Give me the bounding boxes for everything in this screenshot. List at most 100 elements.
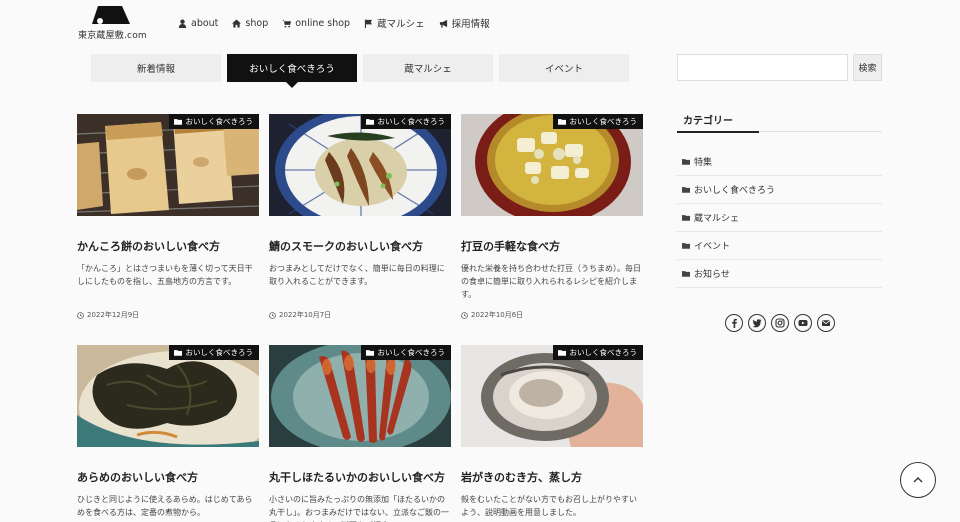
post-thumbnail[interactable]: おいしく食べきろう <box>77 114 259 216</box>
category-item-label: お知らせ <box>694 270 730 280</box>
category-item-oishiku[interactable]: おいしく食べきろう <box>677 176 882 204</box>
category-item-label: 特集 <box>694 158 713 168</box>
post-card[interactable]: おいしく食べきろう 打豆の手軽な食べ方 優れた栄養を持ち合わせた打豆（うちまめ）… <box>461 114 643 320</box>
category-text: おいしく食べきろう <box>377 117 446 126</box>
category-item-label: 蔵マルシェ <box>694 214 740 224</box>
site-logo[interactable]: 東京蔵屋敷.com <box>78 6 148 41</box>
category-item-tokushu[interactable]: 特集 <box>677 148 882 176</box>
title-underline <box>677 131 759 133</box>
clock-icon <box>461 311 468 319</box>
post-thumbnail[interactable]: おいしく食べきろう <box>461 345 643 447</box>
category-list: 特集 おいしく食べきろう 蔵マルシェ イベント お知らせ <box>677 148 882 288</box>
hotaru-ika-image <box>269 345 451 447</box>
post-excerpt: 小さいのに旨みたっぷりの無添加「ほたるいかの丸干し」。おつまみだけではない、立派… <box>269 495 449 522</box>
tab-event[interactable]: イベント <box>499 54 629 82</box>
post-card[interactable]: おいしく食べきろう あらめのおいしい食べ方 ひじきと同じように使えるあらめ。はじ… <box>77 345 259 522</box>
search-button[interactable]: 検索 <box>853 54 882 81</box>
category-item-marche[interactable]: 蔵マルシェ <box>677 204 882 232</box>
arame-seaweed-image <box>77 345 259 447</box>
instagram-icon[interactable] <box>771 314 789 332</box>
post-card[interactable]: おいしく食べきろう 岩がきのむき方、蒸し方 殻をむいたことがない方でもお召し上が… <box>461 345 643 522</box>
post-date-text: 2022年10月7日 <box>279 311 332 319</box>
category-text: おいしく食べきろう <box>185 348 254 357</box>
logo-text: 東京蔵屋敷.com <box>78 31 147 41</box>
tab-news[interactable]: 新着情報 <box>91 54 221 82</box>
post-thumbnail[interactable]: おいしく食べきろう <box>269 114 451 216</box>
post-date-text: 2022年10月6日 <box>471 311 524 319</box>
category-widget-title: カテゴリー <box>683 116 733 127</box>
nav-online-shop[interactable]: online shop <box>282 16 350 30</box>
chevron-up-icon <box>913 477 923 483</box>
category-item-news[interactable]: お知らせ <box>677 260 882 288</box>
post-title[interactable]: あらめのおいしい食べ方 <box>77 469 259 485</box>
nav-recruit[interactable]: 採用情報 <box>439 16 490 30</box>
cart-icon <box>282 19 292 28</box>
post-category-label[interactable]: おいしく食べきろう <box>360 345 451 360</box>
nav-about[interactable]: about <box>178 16 218 30</box>
post-category-label[interactable]: おいしく食べきろう <box>168 114 259 129</box>
facebook-icon[interactable] <box>725 314 743 332</box>
nav-about-label: about <box>191 17 219 29</box>
post-date: 2022年10月6日 <box>461 310 643 320</box>
post-category-label[interactable]: おいしく食べきろう <box>168 345 259 360</box>
post-category-label[interactable]: おいしく食べきろう <box>552 114 643 129</box>
post-date: 2022年10月7日 <box>269 310 451 320</box>
folder-icon <box>365 350 374 356</box>
folder-icon <box>682 271 690 277</box>
category-item-event[interactable]: イベント <box>677 232 882 260</box>
nav-recruit-label: 採用情報 <box>451 19 490 30</box>
roof-logo-icon <box>92 6 130 24</box>
category-text: おいしく食べきろう <box>569 117 638 126</box>
folder-icon <box>682 159 690 165</box>
post-card[interactable]: おいしく食べきろう 丸干しほたるいかのおいしい食べ方 小さいのに旨みたっぷりの無… <box>269 345 451 522</box>
youtube-icon[interactable] <box>794 314 812 332</box>
category-item-label: イベント <box>694 242 731 252</box>
back-to-top-button[interactable] <box>900 462 936 498</box>
post-thumbnail[interactable]: おいしく食べきろう <box>269 345 451 447</box>
tab-oishiku[interactable]: おいしく食べきろう <box>227 54 357 88</box>
global-nav: about shop online shop 蔵マルシェ 採用情報 <box>178 16 490 30</box>
post-thumbnail[interactable]: おいしく食べきろう <box>77 345 259 447</box>
post-title[interactable]: かんころ餅のおいしい食べ方 <box>77 238 259 254</box>
folder-icon <box>682 187 690 193</box>
user-icon <box>178 19 187 28</box>
category-tabs: 新着情報 おいしく食べきろう 蔵マルシェ イベント <box>91 54 629 88</box>
post-category-label[interactable]: おいしく食べきろう <box>552 345 643 360</box>
nav-marche-label: 蔵マルシェ <box>377 19 425 30</box>
post-date-text: 2022年12月9日 <box>87 311 140 319</box>
post-excerpt: 殻をむいたことがない方でもお召し上がりやすいよう、説明動画を用意しました。 <box>461 495 637 518</box>
folder-icon <box>173 350 182 356</box>
folder-icon <box>682 215 690 221</box>
uchimame-soup-image <box>461 114 643 216</box>
post-card[interactable]: おいしく食べきろう かんころ餅のおいしい食べ方 「かんころ」とはさつまいもを薄く… <box>77 114 259 320</box>
post-title[interactable]: 打豆の手軽な食べ方 <box>461 238 643 254</box>
folder-icon <box>557 350 566 356</box>
post-title[interactable]: 鯖のスモークのおいしい食べ方 <box>269 238 451 254</box>
twitter-icon[interactable] <box>748 314 766 332</box>
folder-icon <box>365 119 374 125</box>
post-title[interactable]: 岩がきのむき方、蒸し方 <box>461 469 643 485</box>
oyster-image <box>461 345 643 447</box>
clock-icon <box>77 311 84 319</box>
nav-shop-label: shop <box>245 17 269 29</box>
smoked-mackerel-image <box>269 114 451 216</box>
post-category-label[interactable]: おいしく食べきろう <box>360 114 451 129</box>
tab-marche[interactable]: 蔵マルシェ <box>363 54 493 82</box>
post-thumbnail[interactable]: おいしく食べきろう <box>461 114 643 216</box>
clock-icon <box>269 311 276 319</box>
nav-online-shop-label: online shop <box>295 17 351 29</box>
post-title[interactable]: 丸干しほたるいかのおいしい食べ方 <box>269 469 451 485</box>
flag-icon <box>364 18 373 28</box>
post-card[interactable]: おいしく食べきろう 鯖のスモークのおいしい食べ方 おつまみとしてだけでなく、簡単… <box>269 114 451 320</box>
post-excerpt: ひじきと同じように使えるあらめ。はじめてあらめを食べる方は、定番の煮物から。 <box>77 495 253 518</box>
nav-marche[interactable]: 蔵マルシェ <box>364 16 425 30</box>
category-text: おいしく食べきろう <box>377 348 446 357</box>
folder-icon <box>173 119 182 125</box>
nav-shop[interactable]: shop <box>232 16 268 30</box>
search-input[interactable] <box>677 54 848 81</box>
folder-icon <box>682 243 690 249</box>
mail-icon[interactable] <box>817 314 835 332</box>
kankoro-mochi-image <box>77 114 259 216</box>
social-links <box>725 314 835 332</box>
post-excerpt: 優れた栄養を持ち合わせた打豆（うちまめ）。毎日の食卓に簡単に取り入れられるレシピ… <box>461 264 641 300</box>
